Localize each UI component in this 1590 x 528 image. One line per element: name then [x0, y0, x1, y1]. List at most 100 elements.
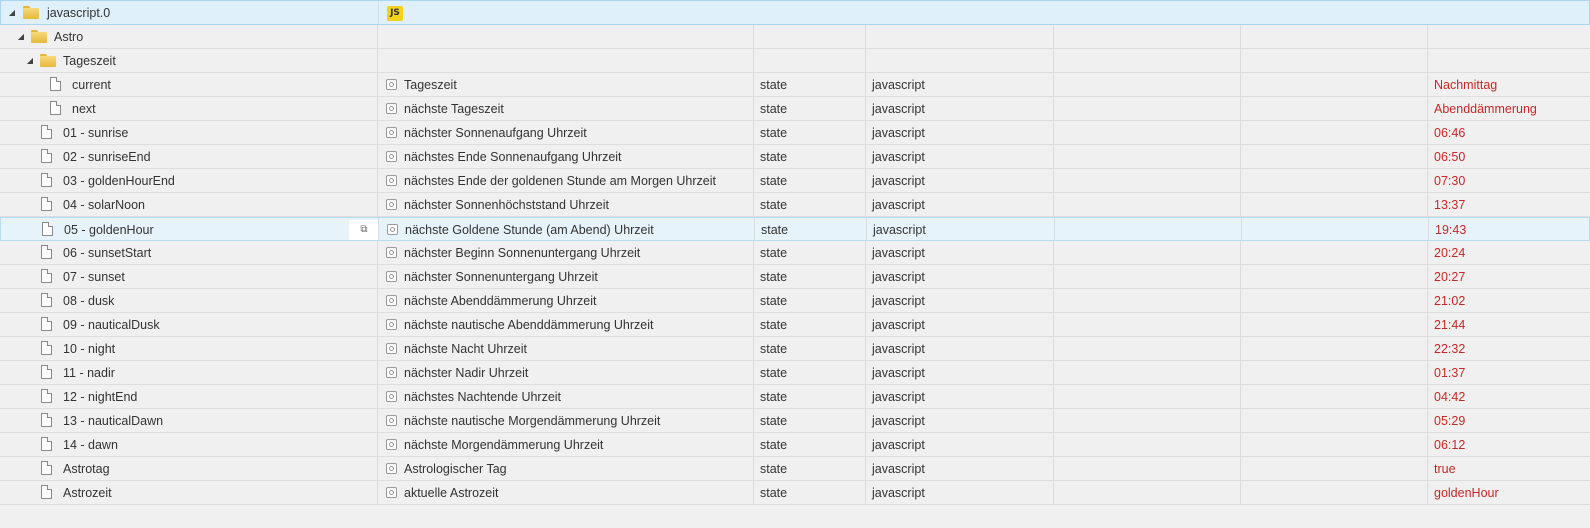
type-cell: state: [754, 385, 866, 408]
tree-row-tageszeit[interactable]: ◢ Tageszeit: [0, 49, 1590, 73]
value-cell[interactable]: 19:43: [1429, 218, 1590, 240]
object-name: Astrozeit: [63, 486, 112, 500]
object-name: 05 - goldenHour: [64, 223, 154, 237]
name-cell: 02 - sunriseEnd: [0, 145, 378, 168]
table-row[interactable]: 02 - sunriseEnd nächstes Ende Sonnenaufga…: [0, 145, 1590, 169]
folder-icon: [40, 54, 56, 67]
name-cell: 05 - goldenHour ⧉: [1, 218, 379, 240]
folder-icon: [31, 30, 47, 43]
object-name: 03 - goldenHourEnd: [63, 174, 175, 188]
value-cell[interactable]: 04:42: [1428, 385, 1590, 408]
object-name: 08 - dusk: [63, 294, 115, 308]
file-icon: [41, 485, 52, 499]
table-row[interactable]: 07 - sunset nächster Sonnenuntergang Uhrz…: [0, 265, 1590, 289]
object-name: 13 - nauticalDawn: [63, 414, 164, 428]
description-cell: nächster Nadir Uhrzeit: [378, 361, 754, 384]
type-cell: state: [754, 169, 866, 192]
value-cell[interactable]: goldenHour: [1428, 481, 1590, 504]
role-cell: javascript: [866, 265, 1054, 288]
object-description: nächstes Ende Sonnenaufgang Uhrzeit: [404, 150, 622, 164]
table-row[interactable]: 11 - nadir nächster Nadir Uhrzeit state jav…: [0, 361, 1590, 385]
table-row[interactable]: Astrotag Astrologischer Tag state javascrip…: [0, 457, 1590, 481]
table-row[interactable]: current Tageszeit state javascript Nachmitta…: [0, 73, 1590, 97]
role-cell: javascript: [866, 97, 1054, 120]
value-cell[interactable]: 21:44: [1428, 313, 1590, 336]
object-name: 01 - sunrise: [63, 126, 129, 140]
object-description: nächste Tageszeit: [404, 102, 504, 116]
state-icon: [386, 486, 397, 498]
tree-row-astro[interactable]: ◢ Astro: [0, 25, 1590, 49]
name-cell: 10 - night: [0, 337, 378, 360]
object-description: Astrologischer Tag: [404, 462, 507, 476]
collapse-triangle-icon[interactable]: ◢: [15, 25, 27, 48]
name-cell: 03 - goldenHourEnd: [0, 169, 378, 192]
object-name: 04 - solarNoon: [63, 198, 145, 212]
object-name: 06 - sunsetStart: [63, 246, 152, 260]
name-cell: Astrotag: [0, 457, 378, 480]
name-cell: 14 - dawn: [0, 433, 378, 456]
value-cell[interactable]: 22:32: [1428, 337, 1590, 360]
name-cell: next: [0, 97, 378, 120]
table-row[interactable]: 14 - dawn nächste Morgendämmerung Uhrzeit…: [0, 433, 1590, 457]
state-icon: [386, 414, 397, 426]
table-row[interactable]: Astrozeit aktuelle Astrozeit state javascri…: [0, 481, 1590, 505]
table-row[interactable]: 12 - nightEnd nächstes Nachtende Uhrzeit s…: [0, 385, 1590, 409]
state-icon: [386, 318, 397, 330]
value-cell[interactable]: 13:37: [1428, 193, 1590, 216]
name-cell: 06 - sunsetStart: [0, 241, 378, 264]
role-cell: javascript: [866, 457, 1054, 480]
type-cell: state: [754, 457, 866, 480]
value-cell[interactable]: 07:30: [1428, 169, 1590, 192]
file-icon: [42, 222, 53, 236]
state-icon: [386, 174, 397, 186]
value-cell[interactable]: 06:12: [1428, 433, 1590, 456]
state-icon: [387, 223, 398, 235]
object-name: 02 - sunriseEnd: [63, 150, 151, 164]
role-cell: javascript: [866, 121, 1054, 144]
type-cell: state: [755, 218, 867, 240]
state-icon: [386, 126, 397, 138]
table-row[interactable]: 06 - sunsetStart nächster Beginn Sonnenun…: [0, 241, 1590, 265]
description-cell: nächster Sonnenuntergang Uhrzeit: [378, 265, 754, 288]
value-cell[interactable]: true: [1428, 457, 1590, 480]
file-icon: [41, 437, 52, 451]
value-cell[interactable]: Abenddämmerung: [1428, 97, 1590, 120]
copy-icon[interactable]: ⧉: [349, 220, 378, 240]
table-row[interactable]: 10 - night nächste Nacht Uhrzeit state java…: [0, 337, 1590, 361]
table-row[interactable]: 03 - goldenHourEnd nächstes Ende der gold…: [0, 169, 1590, 193]
file-icon: [41, 269, 52, 283]
value-cell[interactable]: 06:50: [1428, 145, 1590, 168]
description-cell: nächster Sonnenaufgang Uhrzeit: [378, 121, 754, 144]
value-cell[interactable]: 20:27: [1428, 265, 1590, 288]
tree-row-javascript-0[interactable]: ◢ javascript.0 JS: [0, 0, 1590, 25]
table-row[interactable]: 01 - sunrise nächster Sonnenaufgang Uhrze…: [0, 121, 1590, 145]
description-cell: Tageszeit: [378, 73, 754, 96]
object-description: nächste Nacht Uhrzeit: [404, 342, 527, 356]
object-name: Astrotag: [63, 462, 110, 476]
collapse-triangle-icon[interactable]: ◢: [24, 49, 36, 72]
table-row[interactable]: 05 - goldenHour ⧉ nächste Goldene Stunde (…: [0, 217, 1590, 241]
table-row[interactable]: 13 - nauticalDawn nächste nautische Morge…: [0, 409, 1590, 433]
table-row[interactable]: next nächste Tageszeit state javascript Aben…: [0, 97, 1590, 121]
role-cell: javascript: [866, 193, 1054, 216]
table-row[interactable]: 08 - dusk nächste Abenddämmerung Uhrzeit s…: [0, 289, 1590, 313]
file-icon: [41, 173, 52, 187]
value-cell[interactable]: 06:46: [1428, 121, 1590, 144]
object-name: 14 - dawn: [63, 438, 118, 452]
description-cell: nächstes Ende Sonnenaufgang Uhrzeit: [378, 145, 754, 168]
value-cell[interactable]: 05:29: [1428, 409, 1590, 432]
table-row[interactable]: 09 - nauticalDusk nächste nautische Abend…: [0, 313, 1590, 337]
value-cell[interactable]: 21:02: [1428, 289, 1590, 312]
value-cell[interactable]: 20:24: [1428, 241, 1590, 264]
folder-icon: [23, 6, 39, 19]
state-icon: [386, 438, 397, 450]
table-row[interactable]: 04 - solarNoon nächster Sonnenhöchststand…: [0, 193, 1590, 217]
value-cell[interactable]: 01:37: [1428, 361, 1590, 384]
file-icon: [41, 125, 52, 139]
description-cell: nächste Goldene Stunde (am Abend) Uhrzei…: [379, 218, 755, 240]
value-cell[interactable]: Nachmittag: [1428, 73, 1590, 96]
role-cell: javascript: [866, 409, 1054, 432]
file-icon: [41, 197, 52, 211]
collapse-triangle-icon[interactable]: ◢: [6, 1, 18, 24]
name-cell: 12 - nightEnd: [0, 385, 378, 408]
